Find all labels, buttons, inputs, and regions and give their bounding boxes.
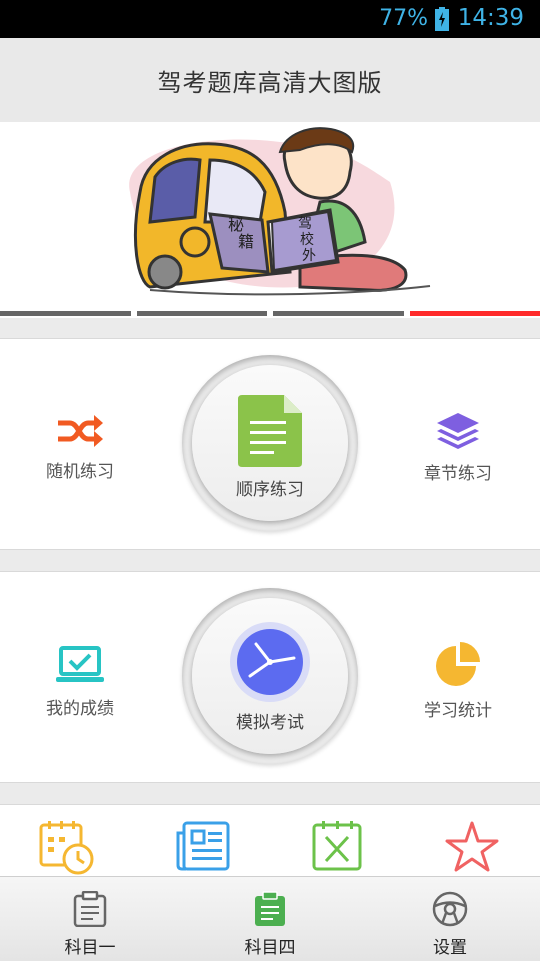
banner-illustration: 秘 籍 驾 校 外 <box>0 122 540 318</box>
banner-indicator[interactable] <box>0 311 131 316</box>
nav-subject-one[interactable]: 科目一 <box>0 877 180 961</box>
chapter-practice-button[interactable]: 章节练习 <box>388 413 528 484</box>
banner-carousel[interactable]: 秘 籍 驾 校 外 <box>0 122 540 318</box>
exam-panel: 我的成绩 模拟考试 学习统计 <box>0 571 540 783</box>
layers-icon <box>437 413 479 449</box>
banner-indicator[interactable] <box>410 311 540 316</box>
sequential-practice-label: 顺序练习 <box>192 475 348 500</box>
my-scores-button[interactable]: 我的成绩 <box>10 646 150 719</box>
nav-subject-one-label: 科目一 <box>0 933 180 958</box>
my-scores-label: 我的成绩 <box>10 694 150 719</box>
tools-row <box>0 804 540 877</box>
nav-settings-label: 设置 <box>360 933 540 958</box>
clock-icon <box>230 622 310 702</box>
document-icon <box>238 395 302 467</box>
steering-wheel-icon <box>432 891 468 927</box>
random-practice-button[interactable]: 随机练习 <box>10 415 150 482</box>
clipboard-icon <box>72 891 108 927</box>
random-practice-label: 随机练习 <box>10 457 150 482</box>
banner-indicator[interactable] <box>137 311 268 316</box>
laptop-check-icon <box>56 646 104 684</box>
title-bar: 驾考题库高清大图版 <box>0 38 540 122</box>
mock-exam-label: 模拟考试 <box>192 708 348 733</box>
nav-subject-four[interactable]: 科目四 <box>180 877 360 961</box>
wrong-answers-icon[interactable] <box>308 819 368 875</box>
study-stats-button[interactable]: 学习统计 <box>388 642 528 721</box>
practice-panel: 随机练习 顺序练习 章节练习 <box>0 338 540 550</box>
book-text-right-2: 校 <box>300 231 314 248</box>
news-icon[interactable] <box>174 819 234 875</box>
clock: 14:39 <box>458 5 524 31</box>
sequential-practice-circle: 顺序练习 <box>182 355 358 531</box>
clipboard-icon <box>252 891 288 927</box>
bottom-navigation: 科目一 科目四 设置 <box>0 876 540 961</box>
book-text-right-1: 驾 <box>298 216 312 232</box>
page-title: 驾考题库高清大图版 <box>158 63 383 98</box>
book-text-left-2: 籍 <box>238 232 254 251</box>
chapter-practice-label: 章节练习 <box>388 459 528 484</box>
banner-indicator[interactable] <box>273 311 404 316</box>
mock-exam-button[interactable]: 模拟考试 <box>192 598 348 754</box>
favorites-star-icon[interactable] <box>442 819 502 875</box>
calendar-clock-icon[interactable] <box>38 819 98 875</box>
battery-percentage: 77% <box>379 6 428 31</box>
mock-exam-circle: 模拟考试 <box>182 588 358 764</box>
nav-settings[interactable]: 设置 <box>360 877 540 961</box>
book-text-right-3: 外 <box>302 248 316 264</box>
shuffle-icon <box>56 415 104 447</box>
study-stats-label: 学习统计 <box>388 696 528 721</box>
status-bar: 77% 14:39 <box>0 0 540 38</box>
sequential-practice-button[interactable]: 顺序练习 <box>192 365 348 521</box>
pie-chart-icon <box>436 642 480 686</box>
battery-charging-icon <box>435 7 449 31</box>
nav-subject-four-label: 科目四 <box>180 933 360 958</box>
